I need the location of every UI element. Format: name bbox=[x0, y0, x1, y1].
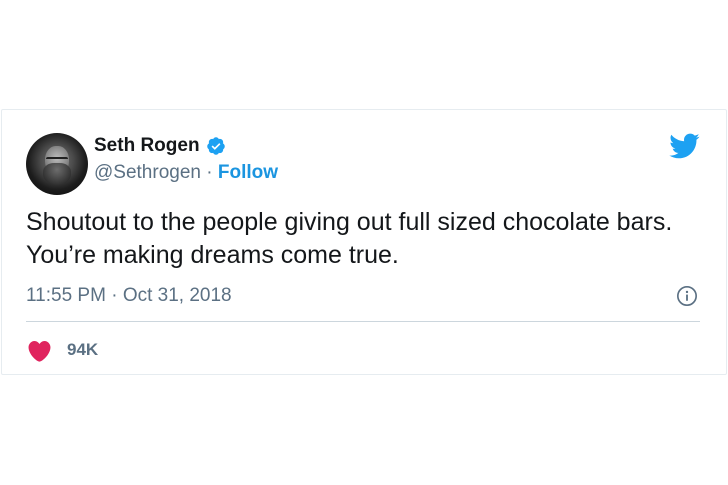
likes-count: 94K bbox=[67, 340, 99, 359]
divider bbox=[26, 321, 700, 322]
info-icon[interactable] bbox=[676, 285, 698, 307]
handle-separator: · bbox=[206, 162, 213, 183]
avatar-glasses bbox=[46, 157, 68, 164]
author-handle-row: @Sethrogen · Follow bbox=[94, 162, 278, 184]
tweet-time: 11:55 PM bbox=[26, 285, 106, 306]
tweet-card: Seth Rogen @Sethrogen · Follow Shoutout … bbox=[1, 109, 727, 375]
avatar-beard bbox=[43, 163, 71, 185]
author-name-row: Seth Rogen bbox=[94, 135, 226, 157]
heart-icon[interactable] bbox=[26, 338, 53, 362]
author-name[interactable]: Seth Rogen bbox=[94, 135, 200, 157]
follow-button[interactable]: Follow bbox=[218, 162, 278, 183]
avatar[interactable] bbox=[26, 133, 88, 195]
tweet-text: Shoutout to the people giving out full s… bbox=[26, 208, 673, 269]
verified-badge-icon bbox=[206, 137, 225, 155]
likes-row: 94K bbox=[26, 338, 98, 362]
tweet-timestamp[interactable]: 11:55 PM · Oct 31, 2018 bbox=[26, 285, 232, 307]
author-handle[interactable]: @Sethrogen bbox=[94, 162, 201, 183]
twitter-bird-icon[interactable] bbox=[668, 132, 700, 160]
tweet-date: Oct 31, 2018 bbox=[122, 285, 232, 306]
timestamp-separator: · bbox=[111, 285, 118, 306]
